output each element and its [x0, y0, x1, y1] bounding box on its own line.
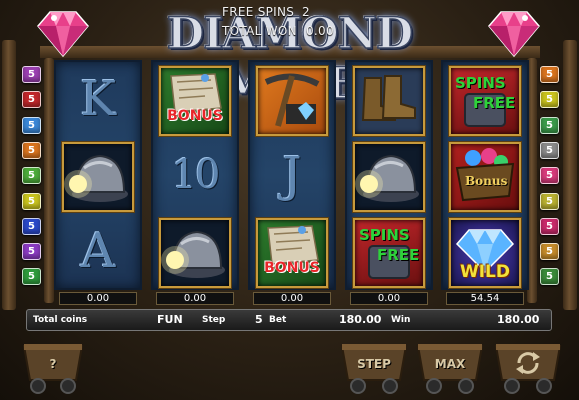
total-won-value: 0.00 — [306, 24, 334, 38]
payline-indicator[interactable]: 5 — [540, 243, 559, 261]
help-button[interactable]: ? — [20, 340, 86, 396]
payline-indicator[interactable]: 5 — [540, 167, 559, 185]
step-button-label: STEP — [357, 357, 391, 371]
treasure-map-icon — [170, 73, 222, 113]
bet-label: Bet — [269, 315, 287, 325]
reel-win-value: 0.00 — [350, 292, 428, 305]
payline-indicator[interactable]: 5 — [540, 116, 559, 134]
fun-label: FUN — [157, 313, 183, 326]
reel-post-left — [44, 58, 54, 303]
free-spins-symbol: SPINS FREE — [353, 218, 425, 288]
win-label: Win — [391, 315, 411, 325]
step-label: Step — [202, 315, 226, 325]
wild-diamond-symbol: WILD — [449, 218, 521, 288]
reel-win-value: 0.00 — [156, 292, 234, 305]
letter-symbol: 10 — [159, 142, 231, 212]
total-won-label: TOTAL WON — [222, 24, 297, 38]
payline-indicator[interactable]: 5 — [540, 192, 559, 210]
payline-indicator[interactable]: 5 — [22, 217, 41, 235]
payline-indicator[interactable]: 5 — [540, 217, 559, 235]
free-spins-text-bottom: FREE — [473, 94, 516, 112]
reel-win-value: 54.54 — [446, 292, 524, 305]
reel: SPINS FREE Bonus WILD — [441, 60, 529, 290]
payline-indicator[interactable]: 5 — [540, 66, 559, 83]
wood-beam-right — [563, 40, 577, 310]
circular-arrows-icon — [516, 352, 540, 374]
pink-diamond-icon — [488, 11, 540, 58]
reel: BONUS 10 — [151, 60, 239, 290]
status-bar: Total coins FUN Step 5 Bet 180.00 Win 18… — [26, 309, 552, 331]
help-label: ? — [49, 357, 57, 371]
max-button[interactable]: MAX — [414, 340, 486, 396]
miner-helmet-icon — [355, 154, 419, 202]
wild-text: WILD — [459, 262, 511, 282]
boots-symbol — [353, 66, 425, 136]
bonus-map-symbol: BONUS — [256, 218, 328, 288]
free-spins-symbol: SPINS FREE — [449, 66, 521, 136]
bonus-map-symbol: BONUS — [159, 66, 231, 136]
free-spins-text-bottom: FREE — [377, 246, 420, 264]
bet-value: 180.00 — [339, 313, 382, 326]
symbol-text: J — [282, 147, 302, 203]
free-spins-label: FREE SPINS — [222, 5, 295, 19]
wood-beam-left — [2, 40, 16, 310]
payline-indicator[interactable]: 5 — [22, 91, 41, 109]
step-button[interactable]: STEP — [338, 340, 410, 396]
letter-symbol: J — [256, 142, 328, 212]
pickaxe-symbol — [256, 66, 328, 136]
spin-button[interactable] — [492, 340, 564, 396]
miner-helmet-symbol — [159, 218, 231, 288]
total-coins-label: Total coins — [33, 315, 88, 325]
payline-indicator[interactable]: 5 — [22, 243, 41, 261]
payline-indicator[interactable]: 5 — [22, 167, 41, 185]
max-button-label: MAX — [434, 357, 466, 371]
treasure-map-icon — [267, 225, 319, 265]
bonus-cart-symbol: Bonus — [449, 142, 521, 212]
free-spins-value: 2 — [302, 5, 310, 19]
miner-helmet-icon — [161, 230, 225, 278]
symbol-text: 10 — [171, 152, 221, 198]
bonus-text: BONUS — [264, 260, 320, 276]
payline-indicator[interactable]: 5 — [22, 141, 41, 159]
miner-helmet-symbol — [353, 142, 425, 212]
slot-machine: DIAMOND MINE FREE SPINS 2 TOTAL WON 0.00… — [0, 0, 579, 400]
payline-indicator[interactable]: 5 — [22, 192, 41, 210]
payline-indicator[interactable]: 5 — [22, 66, 41, 83]
miner-helmet-symbol — [62, 142, 134, 212]
pickaxe-icon — [264, 73, 320, 127]
free-spins-text-top: SPINS — [455, 74, 506, 92]
reel: KA — [54, 60, 142, 290]
work-boots-icon — [361, 75, 416, 121]
letter-symbol: K — [62, 66, 134, 136]
reel-win-value: 0.00 — [59, 292, 137, 305]
letter-symbol: A — [62, 218, 134, 288]
payline-indicator[interactable]: 5 — [22, 116, 41, 134]
symbol-text: K — [80, 71, 116, 127]
payline-indicator[interactable]: 5 — [22, 268, 41, 286]
payline-indicator[interactable]: 5 — [540, 141, 559, 159]
reel: SPINS FREE — [345, 60, 433, 290]
free-spins-text-top: SPINS — [359, 226, 410, 244]
symbol-text: A — [80, 223, 116, 279]
payline-indicator[interactable]: 5 — [540, 91, 559, 109]
bonus-text: BONUS — [167, 108, 223, 124]
miner-helmet-icon — [64, 154, 128, 202]
win-value: 180.00 — [497, 313, 540, 326]
reel-win-value: 0.00 — [253, 292, 331, 305]
step-value: 5 — [255, 313, 263, 326]
bonus-text: Bonus — [465, 174, 508, 188]
pink-diamond-icon — [37, 11, 89, 58]
reel: J BONUS — [248, 60, 336, 290]
payline-indicator[interactable]: 5 — [540, 268, 559, 286]
